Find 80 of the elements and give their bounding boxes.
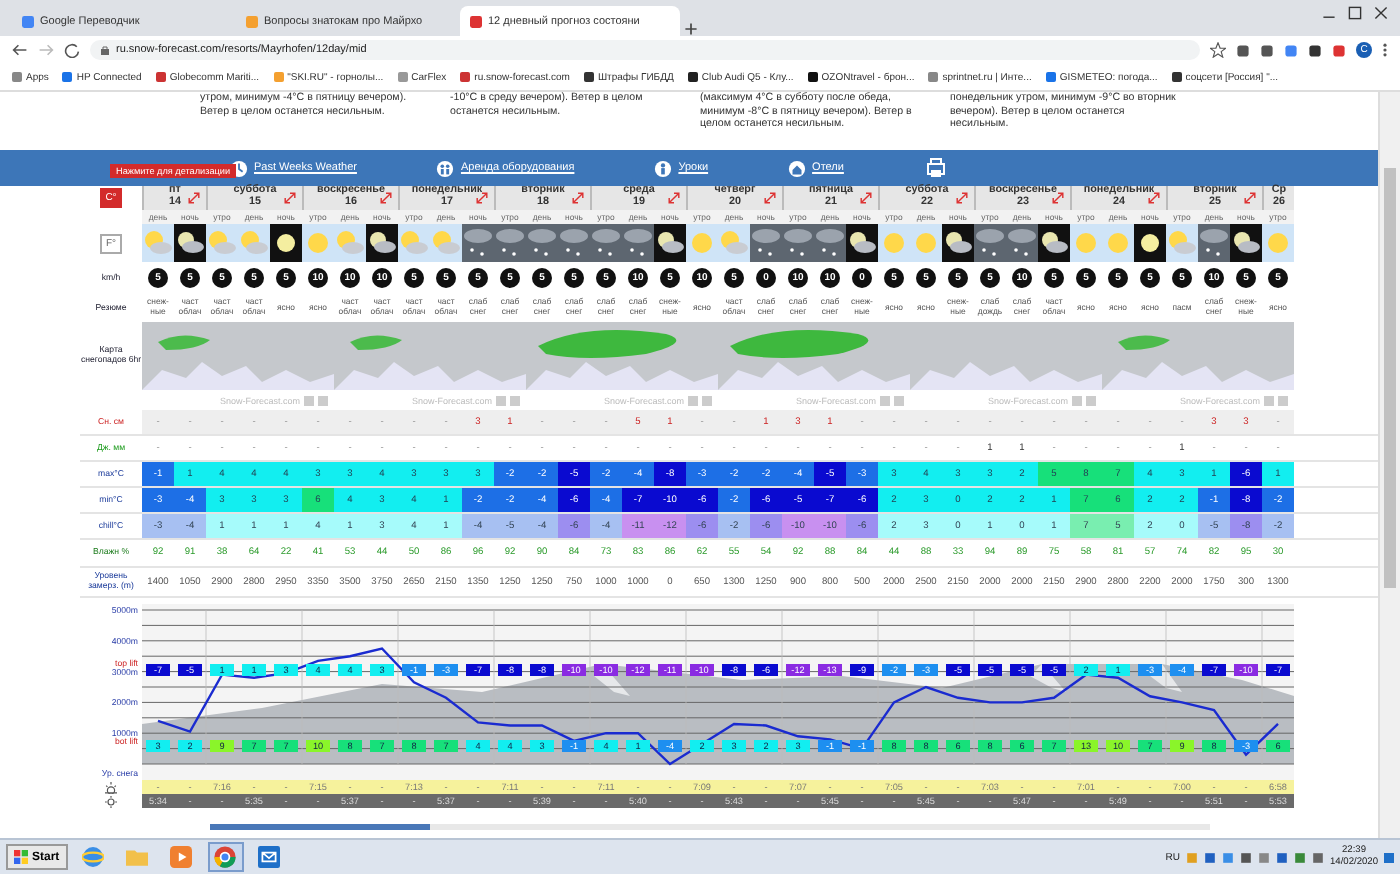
lock-icon bbox=[100, 44, 110, 56]
bookmark-icon bbox=[62, 72, 73, 82]
snow-cloud-icon bbox=[750, 224, 782, 262]
expand-icon[interactable] bbox=[1244, 192, 1256, 204]
snow-cloud-icon bbox=[974, 224, 1006, 262]
night-cloud-icon bbox=[942, 224, 974, 262]
snow-cloud-icon bbox=[622, 224, 654, 262]
snow-cloud-icon bbox=[1006, 224, 1038, 262]
sun-icon bbox=[1262, 224, 1294, 262]
night-cloud-icon bbox=[846, 224, 878, 262]
globe-icon bbox=[82, 846, 105, 868]
windows-logo-icon bbox=[14, 850, 28, 864]
folder-icon bbox=[126, 846, 149, 868]
taskbar-app[interactable] bbox=[207, 842, 244, 872]
moon-icon bbox=[270, 224, 302, 262]
sun-icon bbox=[910, 224, 942, 262]
sunrise-icon bbox=[104, 781, 118, 793]
play-icon bbox=[170, 846, 193, 868]
people-icon bbox=[436, 159, 455, 177]
back-icon[interactable] bbox=[12, 42, 28, 58]
partly-cloudy-icon bbox=[238, 224, 270, 262]
snow-cloud-icon bbox=[462, 224, 494, 262]
partly-cloudy-icon bbox=[430, 224, 462, 262]
plus-icon[interactable] bbox=[684, 22, 698, 36]
night-cloud-icon bbox=[174, 224, 206, 262]
person-icon bbox=[654, 159, 673, 177]
reload-icon[interactable] bbox=[64, 42, 80, 58]
printer-icon[interactable] bbox=[923, 158, 948, 178]
bookmark-icon bbox=[397, 72, 408, 82]
bookmark-icon bbox=[687, 72, 698, 82]
partly-cloudy-icon bbox=[1166, 224, 1198, 262]
bookmark-icon bbox=[1171, 72, 1182, 82]
bookmark-icon bbox=[155, 72, 166, 82]
expand-icon[interactable] bbox=[188, 192, 200, 204]
menu-icon[interactable] bbox=[1382, 42, 1388, 58]
vertical-scrollbar[interactable] bbox=[1378, 92, 1400, 838]
bookmark-icon bbox=[460, 72, 471, 82]
sun-icon bbox=[1070, 224, 1102, 262]
expand-icon[interactable] bbox=[476, 192, 488, 204]
bookmark-icon bbox=[273, 72, 284, 82]
expand-icon[interactable] bbox=[572, 192, 584, 204]
bookmark-icon bbox=[807, 72, 818, 82]
night-cloud-icon bbox=[654, 224, 686, 262]
favicon-icon bbox=[22, 15, 34, 27]
night-cloud-icon bbox=[1230, 224, 1262, 262]
sun-icon bbox=[1102, 224, 1134, 262]
sunset-icon bbox=[104, 795, 118, 807]
expand-icon[interactable] bbox=[764, 192, 776, 204]
expand-icon[interactable] bbox=[380, 192, 392, 204]
favicon-icon bbox=[470, 15, 482, 27]
sun-icon bbox=[302, 224, 334, 262]
star-icon[interactable] bbox=[1210, 42, 1226, 58]
maximize-icon[interactable] bbox=[1348, 6, 1362, 20]
partly-cloudy-icon bbox=[142, 224, 174, 262]
expand-icon[interactable] bbox=[1052, 192, 1064, 204]
night-cloud-icon bbox=[366, 224, 398, 262]
bookmark-icon bbox=[928, 72, 939, 82]
bookmark-icon bbox=[583, 72, 594, 82]
expand-icon[interactable] bbox=[956, 192, 968, 204]
expand-icon[interactable] bbox=[1148, 192, 1160, 204]
house-icon bbox=[788, 159, 807, 177]
mail-icon bbox=[258, 846, 281, 868]
bookmark-icon bbox=[1045, 72, 1056, 82]
expand-icon[interactable] bbox=[860, 192, 872, 204]
browser-icon bbox=[214, 846, 237, 868]
bookmark-icon bbox=[12, 72, 22, 82]
sun-icon bbox=[878, 224, 910, 262]
snow-cloud-icon bbox=[814, 224, 846, 262]
favicon-icon bbox=[246, 15, 258, 27]
night-cloud-icon bbox=[1038, 224, 1070, 262]
sun-icon bbox=[686, 224, 718, 262]
moon-icon bbox=[1134, 224, 1166, 262]
snow-cloud-icon bbox=[1198, 224, 1230, 262]
close-icon[interactable] bbox=[1374, 6, 1388, 20]
partly-cloudy-icon bbox=[334, 224, 366, 262]
partly-cloudy-icon bbox=[718, 224, 750, 262]
partly-cloudy-icon bbox=[206, 224, 238, 262]
expand-icon[interactable] bbox=[284, 192, 296, 204]
partly-cloudy-icon bbox=[398, 224, 430, 262]
expand-icon[interactable] bbox=[668, 192, 680, 204]
